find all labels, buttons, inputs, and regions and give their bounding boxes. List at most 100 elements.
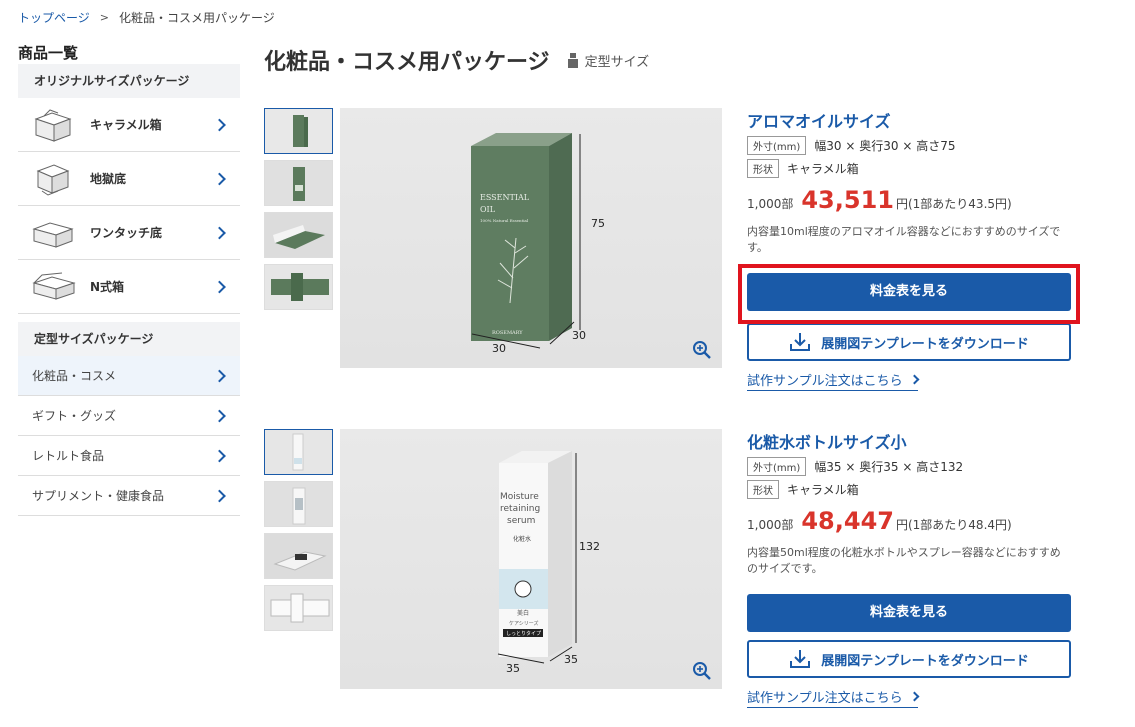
spec-row-shape: 形状 キャラメル箱	[747, 157, 1077, 180]
tag-label: 定型サイズ	[584, 54, 650, 70]
chevron-right-icon	[213, 449, 226, 462]
download-label: 展開図テンプレートをダウンロード	[821, 336, 1029, 352]
sidebar-item-label: 地獄底	[90, 172, 127, 186]
sample-order-link[interactable]: 試作サンプル注文はこちら	[747, 370, 920, 391]
price-unit: 円(1部あたり48.4円)	[895, 518, 1012, 532]
thumbnail-side[interactable]	[264, 481, 333, 527]
thumbnail-list	[264, 429, 333, 637]
download-template-button[interactable]: 展開図テンプレートをダウンロード	[747, 323, 1071, 361]
dim-height-label: 75	[591, 217, 605, 230]
box-text-3: serum	[507, 516, 535, 526]
sidebar-item-label: サプリメント・健康食品	[32, 489, 165, 503]
standard-size-tag: 定型サイズ	[566, 51, 650, 70]
dim-width-label: 30	[492, 342, 506, 355]
view-price-table-button[interactable]: 料金表を見る	[747, 594, 1071, 632]
spec-key: 形状	[747, 159, 779, 178]
sample-label: 試作サンプル注文はこちら	[747, 691, 903, 706]
product-name: 化粧水ボトルサイズ小	[747, 433, 907, 452]
spec-key: 外寸(mm)	[747, 457, 807, 476]
product-info: アロマオイルサイズ 外寸(mm) 幅30 × 奥行30 × 高さ75 形状 キャラメ…	[747, 108, 1077, 391]
chevron-right-icon	[213, 226, 226, 239]
sidebar-item-supplements[interactable]: サプリメント・健康食品	[18, 476, 240, 516]
sidebar-item-label: N式箱	[90, 280, 125, 294]
box-text-6: ケアシリーズ	[509, 620, 539, 627]
quantity: 1,000部	[747, 197, 794, 211]
sidebar-item-label: ワンタッチ底	[90, 226, 163, 240]
sidebar-item-cosmetics[interactable]: 化粧品・コスメ	[18, 356, 240, 396]
sidebar-title: 商品一覧	[18, 44, 79, 62]
sidebar-item-hell-bottom[interactable]: 地獄底	[18, 152, 240, 206]
chevron-right-icon	[213, 489, 226, 502]
box-text-2: retaining	[500, 504, 540, 514]
thumbnail-unfolded[interactable]	[264, 585, 333, 631]
sidebar-item-one-touch-bottom[interactable]: ワンタッチ底	[18, 206, 240, 260]
sidebar-item-retort-food[interactable]: レトルト食品	[18, 436, 240, 476]
spec-row-size: 外寸(mm) 幅35 × 奥行35 × 高さ132	[747, 455, 1077, 478]
one-touch-box-icon	[32, 221, 74, 248]
spec-key: 外寸(mm)	[747, 136, 807, 155]
product-name: アロマオイルサイズ	[747, 112, 891, 131]
download-template-button[interactable]: 展開図テンプレートをダウンロード	[747, 640, 1071, 678]
spec-value: 幅35 × 奥行35 × 高さ132	[814, 460, 964, 474]
sidebar: 商品一覧 オリジナルサイズパッケージ キャラメル箱 地獄底 ワンタッチ底 N式箱…	[18, 42, 240, 516]
box-stack-icon	[567, 53, 578, 68]
n-box-icon	[32, 272, 76, 300]
price-amount: 48,447	[801, 507, 894, 535]
chevron-right-icon	[213, 369, 226, 382]
price-unit: 円(1部あたり43.5円)	[895, 197, 1012, 211]
spec-value: キャラメル箱	[787, 483, 859, 497]
chevron-right-icon: >	[99, 11, 109, 24]
dim-depth-label: 30	[572, 329, 586, 342]
sidebar-item-label: レトルト食品	[32, 449, 105, 463]
sidebar-item-label: ギフト・グッズ	[32, 409, 117, 423]
spec-key: 形状	[747, 480, 779, 499]
chevron-right-icon	[213, 172, 226, 185]
thumbnail-open[interactable]	[264, 533, 333, 579]
product-image[interactable]: Moisture retaining serum 化粧水 美白 ケアシリーズ し…	[340, 429, 722, 689]
hell-bottom-box-icon	[36, 163, 70, 196]
zoom-in-icon[interactable]	[692, 661, 712, 681]
sidebar-item-caramel-box[interactable]: キャラメル箱	[18, 98, 240, 152]
zoom-in-icon[interactable]	[692, 340, 712, 360]
spec-row-shape: 形状 キャラメル箱	[747, 478, 1077, 501]
box-text-7: しっとりタイプ	[506, 630, 541, 637]
sidebar-section-standard: 定型サイズパッケージ	[18, 322, 240, 356]
spec-row-size: 外寸(mm) 幅30 × 奥行30 × 高さ75	[747, 134, 1077, 157]
sidebar-section-original: オリジナルサイズパッケージ	[18, 64, 240, 98]
product-description: 内容量50ml程度の化粧水ボトルやスプレー容器などにおすすめのサイズです。	[747, 546, 1061, 575]
chevron-right-icon	[213, 280, 226, 293]
thumbnail-side[interactable]	[264, 160, 333, 206]
thumbnail-list	[264, 108, 333, 316]
sidebar-item-n-box[interactable]: N式箱	[18, 260, 240, 314]
thumbnail-open[interactable]	[264, 212, 333, 258]
product-card: Moisture retaining serum 化粧水 美白 ケアシリーズ し…	[264, 429, 1084, 724]
breadcrumb: トップページ > 化粧品・コスメ用パッケージ	[18, 9, 275, 26]
breadcrumb-home-link[interactable]: トップページ	[18, 9, 90, 26]
price-row: 1,000部 43,511 円(1部あたり43.5円)	[747, 186, 1077, 214]
chevron-right-icon	[213, 118, 226, 131]
thumbnail-main[interactable]	[264, 108, 333, 154]
dim-height-label: 132	[579, 540, 600, 553]
box-text-2: OIL	[480, 205, 496, 214]
sidebar-item-gift-goods[interactable]: ギフト・グッズ	[18, 396, 240, 436]
thumbnail-unfolded[interactable]	[264, 264, 333, 310]
quantity: 1,000部	[747, 518, 794, 532]
download-icon	[790, 333, 811, 351]
price-row: 1,000部 48,447 円(1部あたり48.4円)	[747, 507, 1077, 535]
page-title: 化粧品・コスメ用パッケージ	[264, 50, 550, 75]
box-text-1: ESSENTIAL	[480, 193, 530, 202]
dim-depth-label: 35	[564, 653, 578, 666]
sample-order-link[interactable]: 試作サンプル注文はこちら	[747, 687, 920, 708]
box-text-3: 100% Natural Essential	[480, 218, 529, 223]
box-text-4: 化粧水	[513, 535, 531, 543]
box-text-4: ROSEMARY	[492, 330, 523, 336]
sidebar-item-label: 化粧品・コスメ	[32, 369, 117, 383]
price-amount: 43,511	[801, 186, 894, 214]
caramel-box-icon	[34, 108, 72, 142]
spec-value: キャラメル箱	[787, 162, 859, 176]
sample-label: 試作サンプル注文はこちら	[747, 374, 903, 389]
product-image[interactable]: ESSENTIAL OIL 100% Natural Essential ROS…	[340, 108, 722, 368]
chevron-right-icon	[213, 409, 226, 422]
thumbnail-main[interactable]	[264, 429, 333, 475]
chevron-right-icon	[909, 691, 920, 702]
